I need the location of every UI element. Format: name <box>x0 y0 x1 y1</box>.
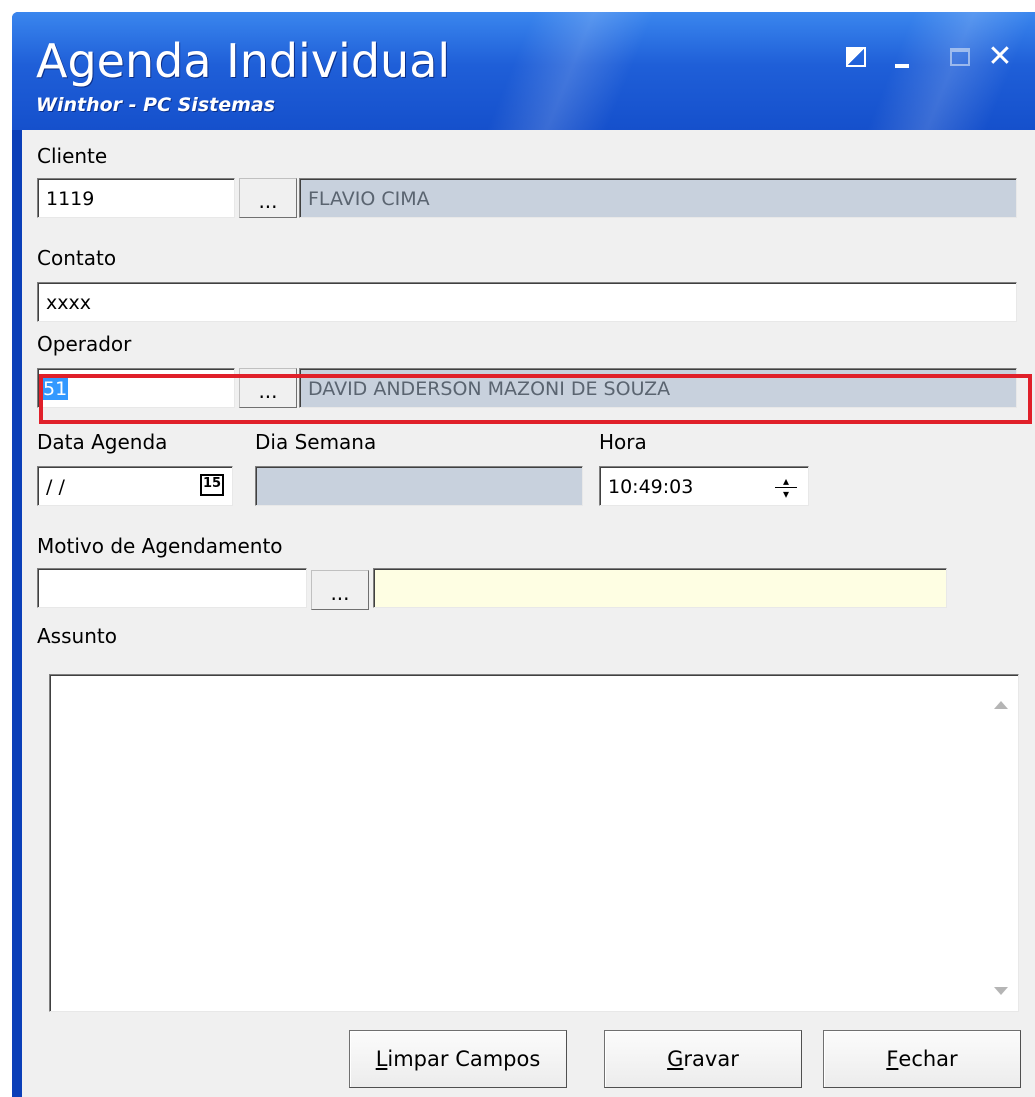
gravar-label: ravar <box>683 1047 739 1071</box>
scroll-down-icon[interactable] <box>994 987 1008 995</box>
restore-button[interactable] <box>840 42 872 72</box>
restore-icon <box>846 47 866 67</box>
contato-input[interactable]: xxxx <box>37 282 1017 322</box>
operador-highlight-box <box>39 374 1032 424</box>
motivo-label: Motivo de Agendamento <box>37 534 283 558</box>
cliente-lookup-button[interactable]: ... <box>239 178 297 218</box>
maximize-icon <box>950 48 970 66</box>
close-button[interactable]: ✕ <box>984 42 1016 72</box>
window-subtitle: Winthor - PC Sistemas <box>36 94 276 116</box>
title-bar-decoration <box>461 12 663 130</box>
motivo-description-field[interactable] <box>373 568 947 608</box>
title-bar[interactable]: Agenda Individual Winthor - PC Sistemas … <box>12 12 1035 130</box>
hora-spinner[interactable]: ▴ ▾ <box>766 470 806 504</box>
limpar-mnemonic: L <box>375 1047 388 1071</box>
gravar-mnemonic: G <box>667 1047 684 1071</box>
minimize-button[interactable] <box>886 42 918 72</box>
dia-semana-field <box>255 466 583 506</box>
contato-label: Contato <box>37 246 117 270</box>
motivo-code-input[interactable] <box>37 568 307 608</box>
close-icon: ✕ <box>987 39 1013 74</box>
fechar-label: echar <box>898 1047 958 1071</box>
assunto-scrollbar[interactable] <box>990 685 1012 1003</box>
gravar-button[interactable]: Gravar <box>604 1030 802 1088</box>
scroll-up-icon[interactable] <box>994 701 1008 709</box>
assunto-label: Assunto <box>37 624 117 648</box>
hora-label: Hora <box>599 430 647 454</box>
dialog-window: Agenda Individual Winthor - PC Sistemas … <box>12 12 1035 1097</box>
dia-semana-label: Dia Semana <box>255 430 377 454</box>
window-title: Agenda Individual <box>36 34 451 88</box>
limpar-campos-button[interactable]: Limpar Campos <box>349 1030 567 1088</box>
spin-up-icon[interactable]: ▴ <box>783 475 789 487</box>
data-agenda-label: Data Agenda <box>37 430 168 454</box>
minimize-icon <box>895 64 909 68</box>
motivo-lookup-button[interactable]: ... <box>311 570 369 610</box>
calendar-icon[interactable]: 15 <box>200 474 224 496</box>
fechar-button[interactable]: Fechar <box>823 1030 1021 1088</box>
assunto-textarea[interactable] <box>49 674 1019 1012</box>
cliente-name-field: FLAVIO CIMA <box>299 178 1017 218</box>
fechar-mnemonic: F <box>886 1047 899 1071</box>
limpar-label: impar Campos <box>387 1047 541 1071</box>
maximize-button[interactable] <box>944 42 976 72</box>
cliente-label: Cliente <box>37 144 108 168</box>
spin-down-icon[interactable]: ▾ <box>783 488 789 500</box>
cliente-code-input[interactable]: 1119 <box>37 178 235 218</box>
operador-label: Operador <box>37 332 132 356</box>
